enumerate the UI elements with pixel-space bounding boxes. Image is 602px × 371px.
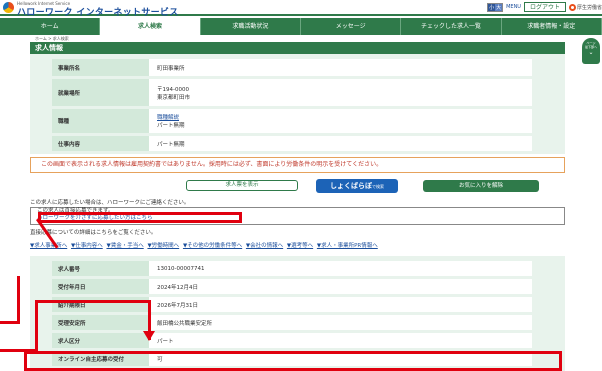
table-row: 就業場所 〒194-0000 東京都町田市: [52, 79, 532, 106]
page-title: 求人情報: [35, 44, 63, 52]
annotation-arrow-shaft: [35, 300, 38, 352]
ministry-mark-icon: [568, 3, 576, 11]
anchor-link-other-conditions[interactable]: ▼その他の労働条件等へ: [183, 243, 242, 249]
menu-label[interactable]: MENU: [506, 4, 521, 10]
row-value: パート無期: [149, 136, 532, 151]
anchor-link-selection[interactable]: ▼選考等へ: [287, 243, 313, 249]
job-type-explanation-link[interactable]: 職種解説: [157, 113, 532, 121]
font-size-control: 小 大: [487, 2, 504, 12]
annotation-box-online-application: [24, 351, 562, 371]
annotation-arrow-top: [35, 300, 151, 303]
scroll-to-bottom-button[interactable]: ページ 最下部へ ⌄: [582, 38, 600, 64]
site-header: Hellowork Internet Service ハローワーク インターネッ…: [0, 0, 602, 18]
table-row: 求人区分 パート: [52, 333, 532, 348]
row-value: 職種解説 パート無期: [149, 109, 532, 133]
row-header: 仕事内容: [52, 136, 149, 151]
header-right-controls: 小 大 MENU ログアウト 厚生労働省: [487, 2, 602, 12]
company-name: 町田事業所: [157, 65, 185, 72]
anchor-link-pr-info[interactable]: ▼求人・事業所PR情報へ: [317, 243, 378, 249]
job-content-value: パート無期: [157, 141, 185, 148]
nav-checked-jobs[interactable]: チェックした求人一覧: [401, 18, 502, 35]
anchor-link-company[interactable]: ▼求人事業所へ: [30, 243, 67, 249]
receiving-office-value: 飯田橋公共職業安定所: [149, 315, 532, 330]
row-header: 受理安定所: [52, 315, 149, 330]
referral-deadline-value: 2026年7月31日: [149, 297, 532, 312]
show-job-posting-button[interactable]: 求人票を表示: [186, 180, 298, 191]
nav-home[interactable]: ホーム: [0, 18, 101, 35]
remove-favorite-button[interactable]: お気に入りを解除: [423, 180, 539, 192]
received-date-value: 2024年12月4日: [149, 279, 532, 294]
page-title-bar: 求人情報: [30, 42, 565, 54]
anchor-link-wage[interactable]: ▼賃金・手当へ: [106, 243, 143, 249]
work-address: 東京都町田市: [157, 94, 191, 101]
job-category-value: パート: [149, 333, 532, 348]
shokubaraboo-search-button[interactable]: しょくばらぼで検索: [316, 179, 398, 193]
nav-seeker-settings[interactable]: 求職者情報・設定: [502, 18, 602, 35]
anchor-link-job-content[interactable]: ▼仕事内容へ: [71, 243, 103, 249]
annotation-line-left-vertical: [17, 276, 20, 324]
ministry-logo[interactable]: 厚生労働省: [568, 3, 602, 11]
nav-job-search[interactable]: 求人検索: [100, 18, 201, 35]
notice-banner: この画面で表示される求人情報は雇用契約書ではありません。採用時には必ず、書面によ…: [30, 157, 565, 173]
main-nav: ホーム 求人検索 求職活動状況 メッセージ チェックした求人一覧 求職者情報・設…: [0, 18, 602, 35]
postal-code: 〒194-0000: [157, 86, 189, 93]
nav-messages[interactable]: メッセージ: [301, 18, 402, 35]
contact-instruction: この求人に応募したい場合は、ハローワークにご連絡ください。: [30, 200, 190, 206]
row-header: 就業場所: [52, 79, 149, 106]
job-type-value: パート無期: [157, 123, 185, 129]
table-row: 職種 職種解説 パート無期: [52, 109, 532, 133]
row-header: 職種: [52, 109, 149, 133]
row-header: 受付年月日: [52, 279, 149, 294]
row-header: 求人区分: [52, 333, 149, 348]
table-row: 受理安定所 飯田橋公共職業安定所: [52, 315, 532, 330]
job-number-value: 13010-00007741: [149, 261, 532, 276]
hellowork-logo-icon: [3, 2, 14, 13]
row-value: 〒194-0000 東京都町田市: [149, 79, 532, 106]
table-row: 求人番号 13010-00007741: [52, 261, 532, 276]
table-row: 仕事内容 パート無期: [52, 136, 532, 151]
anchor-link-hours[interactable]: ▼労働時間へ: [147, 243, 179, 249]
table-row: 受付年月日 2024年12月4日: [52, 279, 532, 294]
shokubaraboo-label: しょくばらぼ: [330, 182, 372, 190]
nav-activity-status[interactable]: 求職活動状況: [201, 18, 301, 35]
section-anchor-links: ▼求人事業所へ ▼仕事内容へ ▼賃金・手当へ ▼労働時間へ ▼その他の労働条件等…: [30, 241, 380, 249]
font-size-small-button[interactable]: 小: [488, 3, 496, 11]
annotation-box-direct-apply-link: [38, 212, 242, 223]
shokubaraboo-search-label: で検索: [372, 184, 384, 189]
row-header: 求人番号: [52, 261, 149, 276]
anchor-link-company-info[interactable]: ▼会社の情報へ: [246, 243, 283, 249]
font-size-large-button[interactable]: 大: [495, 3, 503, 11]
summary-table: 事業所名 町田事業所 就業場所 〒194-0000 東京都町田市 職種 職種解説…: [30, 54, 565, 154]
row-header: 事業所名: [52, 59, 149, 76]
chevron-down-icon: ⌄: [588, 49, 594, 56]
action-buttons: 求人票を表示 しょくばらぼで検索 お気に入りを解除: [0, 179, 602, 195]
logout-button[interactable]: ログアウト: [523, 2, 566, 12]
row-value: 町田事業所: [149, 59, 532, 76]
ministry-label: 厚生労働省: [576, 4, 602, 11]
annotation-arrow-head-icon: [143, 331, 155, 341]
table-row: 事業所名 町田事業所: [52, 59, 532, 76]
logo-japanese-text[interactable]: ハローワーク インターネットサービス: [17, 5, 179, 18]
